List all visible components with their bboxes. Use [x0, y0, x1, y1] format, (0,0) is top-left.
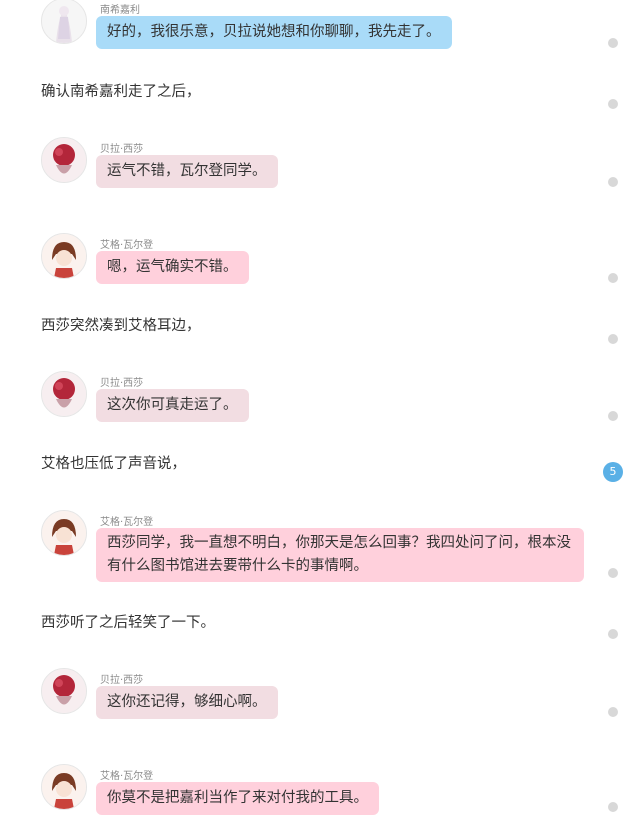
comment-marker-icon[interactable]: [608, 177, 618, 187]
speaker-name: 艾格·瓦尔登: [100, 771, 154, 782]
avatar-nancy: [41, 0, 87, 44]
comment-marker-icon[interactable]: [608, 334, 618, 344]
comment-marker-icon[interactable]: [608, 629, 618, 639]
comment-count-badge[interactable]: 5: [603, 462, 623, 482]
bella-avatar-icon: [42, 372, 86, 416]
narration-text: 艾格也压低了声音说，: [41, 456, 186, 472]
avatar-bella: [41, 137, 87, 183]
avatar-eg: [41, 510, 87, 556]
speaker-name: 贝拉·西莎: [100, 144, 144, 155]
chat-bubble: 这次你可真走运了。: [96, 389, 249, 422]
speaker-name: 艾格·瓦尔登: [100, 240, 154, 251]
speaker-name: 艾格·瓦尔登: [100, 517, 154, 528]
nancy-avatar-icon: [42, 0, 86, 43]
comment-marker-icon[interactable]: [608, 802, 618, 812]
chat-bubble: 你莫不是把嘉利当作了来对付我的工具。: [96, 782, 379, 815]
speaker-name: 贝拉·西莎: [100, 675, 144, 686]
avatar-bella: [41, 668, 87, 714]
bella-avatar-icon: [42, 138, 86, 182]
avatar-eg: [41, 764, 87, 810]
eg-avatar-icon: [42, 234, 86, 278]
narration-text: 确认南希嘉利走了之后，: [41, 84, 201, 100]
avatar-bella: [41, 371, 87, 417]
avatar-eg: [41, 233, 87, 279]
chat-bubble: 这你还记得，够细心啊。: [96, 686, 278, 719]
chat-bubble: 运气不错，瓦尔登同学。: [96, 155, 278, 188]
comment-marker-icon[interactable]: [608, 707, 618, 717]
chat-bubble: 嗯，运气确实不错。: [96, 251, 249, 284]
comment-marker-icon[interactable]: [608, 99, 618, 109]
comment-marker-icon[interactable]: [608, 273, 618, 283]
comment-marker-icon[interactable]: [608, 568, 618, 578]
comment-marker-icon[interactable]: [608, 38, 618, 48]
chat-bubble: 西莎同学，我一直想不明白，你那天是怎么回事？我四处问了问，根本没有什么图书馆进去…: [96, 528, 584, 582]
speaker-name: 贝拉·西莎: [100, 378, 144, 389]
speaker-name: 南希嘉利: [100, 5, 140, 16]
narration-text: 西莎突然凑到艾格耳边，: [41, 318, 201, 334]
eg-avatar-icon: [42, 765, 86, 809]
bella-avatar-icon: [42, 669, 86, 713]
eg-avatar-icon: [42, 511, 86, 555]
comment-marker-icon[interactable]: [608, 411, 618, 421]
narration-text: 西莎听了之后轻笑了一下。: [41, 615, 215, 631]
chat-bubble: 好的，我很乐意，贝拉说她想和你聊聊，我先走了。: [96, 16, 452, 49]
